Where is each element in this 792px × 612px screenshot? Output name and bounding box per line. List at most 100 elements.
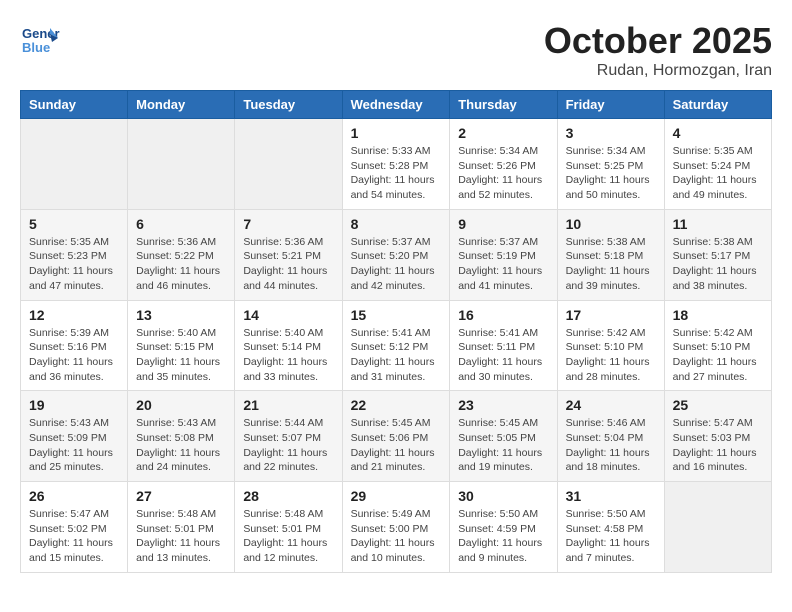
day-number: 2 bbox=[458, 125, 548, 141]
calendar-cell: 26 Sunrise: 5:47 AMSunset: 5:02 PMDayligh… bbox=[21, 482, 128, 573]
calendar-cell: 1 Sunrise: 5:33 AMSunset: 5:28 PMDaylight… bbox=[342, 119, 450, 210]
calendar-cell: 12 Sunrise: 5:39 AMSunset: 5:16 PMDayligh… bbox=[21, 300, 128, 391]
calendar-cell: 29 Sunrise: 5:49 AMSunset: 5:00 PMDayligh… bbox=[342, 482, 450, 573]
weekday-header-row: SundayMondayTuesdayWednesdayThursdayFrid… bbox=[21, 91, 772, 119]
calendar-week-row: 5 Sunrise: 5:35 AMSunset: 5:23 PMDaylight… bbox=[21, 209, 772, 300]
calendar-cell: 4 Sunrise: 5:35 AMSunset: 5:24 PMDaylight… bbox=[664, 119, 771, 210]
day-info: Sunrise: 5:38 AMSunset: 5:17 PMDaylight:… bbox=[673, 235, 763, 294]
calendar-cell: 10 Sunrise: 5:38 AMSunset: 5:18 PMDayligh… bbox=[557, 209, 664, 300]
day-number: 4 bbox=[673, 125, 763, 141]
day-info: Sunrise: 5:48 AMSunset: 5:01 PMDaylight:… bbox=[243, 507, 333, 566]
day-number: 25 bbox=[673, 397, 763, 413]
day-info: Sunrise: 5:35 AMSunset: 5:24 PMDaylight:… bbox=[673, 144, 763, 203]
day-number: 20 bbox=[136, 397, 226, 413]
day-info: Sunrise: 5:49 AMSunset: 5:00 PMDaylight:… bbox=[351, 507, 442, 566]
day-number: 19 bbox=[29, 397, 119, 413]
weekday-header-sunday: Sunday bbox=[21, 91, 128, 119]
day-info: Sunrise: 5:47 AMSunset: 5:02 PMDaylight:… bbox=[29, 507, 119, 566]
day-info: Sunrise: 5:46 AMSunset: 5:04 PMDaylight:… bbox=[566, 416, 656, 475]
calendar-cell bbox=[235, 119, 342, 210]
day-number: 1 bbox=[351, 125, 442, 141]
day-number: 6 bbox=[136, 216, 226, 232]
calendar-cell: 8Sunrise: 5:37 AMSunset: 5:20 PMDaylight… bbox=[342, 209, 450, 300]
calendar-cell: 27 Sunrise: 5:48 AMSunset: 5:01 PMDayligh… bbox=[128, 482, 235, 573]
day-info: Sunrise: 5:45 AMSunset: 5:06 PMDaylight:… bbox=[351, 416, 442, 475]
weekday-header-tuesday: Tuesday bbox=[235, 91, 342, 119]
calendar-cell: 18 Sunrise: 5:42 AMSunset: 5:10 PMDayligh… bbox=[664, 300, 771, 391]
day-info: Sunrise: 5:43 AMSunset: 5:09 PMDaylight:… bbox=[29, 416, 119, 475]
month-title: October 2025 bbox=[544, 20, 772, 62]
calendar-cell: 24Sunrise: 5:46 AMSunset: 5:04 PMDayligh… bbox=[557, 391, 664, 482]
calendar-cell: 31Sunrise: 5:50 AMSunset: 4:58 PMDayligh… bbox=[557, 482, 664, 573]
calendar-cell: 17Sunrise: 5:42 AMSunset: 5:10 PMDayligh… bbox=[557, 300, 664, 391]
calendar-cell: 2Sunrise: 5:34 AMSunset: 5:26 PMDaylight… bbox=[450, 119, 557, 210]
day-number: 23 bbox=[458, 397, 548, 413]
calendar-cell: 5 Sunrise: 5:35 AMSunset: 5:23 PMDaylight… bbox=[21, 209, 128, 300]
day-info: Sunrise: 5:38 AMSunset: 5:18 PMDaylight:… bbox=[566, 235, 656, 294]
calendar-cell bbox=[21, 119, 128, 210]
calendar-cell bbox=[664, 482, 771, 573]
day-info: Sunrise: 5:50 AMSunset: 4:58 PMDaylight:… bbox=[566, 507, 656, 566]
calendar-cell: 15 Sunrise: 5:41 AMSunset: 5:12 PMDayligh… bbox=[342, 300, 450, 391]
day-info: Sunrise: 5:41 AMSunset: 5:11 PMDaylight:… bbox=[458, 326, 548, 385]
location: Rudan, Hormozgan, Iran bbox=[544, 62, 772, 80]
day-number: 27 bbox=[136, 488, 226, 504]
day-info: Sunrise: 5:45 AMSunset: 5:05 PMDaylight:… bbox=[458, 416, 548, 475]
day-number: 14 bbox=[243, 307, 333, 323]
calendar-table: SundayMondayTuesdayWednesdayThursdayFrid… bbox=[20, 90, 772, 573]
calendar-cell: 9 Sunrise: 5:37 AMSunset: 5:19 PMDaylight… bbox=[450, 209, 557, 300]
day-number: 17 bbox=[566, 307, 656, 323]
day-number: 18 bbox=[673, 307, 763, 323]
logo: General Blue bbox=[20, 20, 60, 65]
calendar-cell: 20 Sunrise: 5:43 AMSunset: 5:08 PMDayligh… bbox=[128, 391, 235, 482]
svg-text:Blue: Blue bbox=[22, 40, 50, 55]
calendar-cell: 23 Sunrise: 5:45 AMSunset: 5:05 PMDayligh… bbox=[450, 391, 557, 482]
day-info: Sunrise: 5:42 AMSunset: 5:10 PMDaylight:… bbox=[673, 326, 763, 385]
day-number: 28 bbox=[243, 488, 333, 504]
day-number: 16 bbox=[458, 307, 548, 323]
calendar-cell: 16 Sunrise: 5:41 AMSunset: 5:11 PMDayligh… bbox=[450, 300, 557, 391]
weekday-header-friday: Friday bbox=[557, 91, 664, 119]
day-number: 9 bbox=[458, 216, 548, 232]
day-number: 13 bbox=[136, 307, 226, 323]
calendar-cell: 30Sunrise: 5:50 AMSunset: 4:59 PMDayligh… bbox=[450, 482, 557, 573]
day-number: 8 bbox=[351, 216, 442, 232]
title-block: October 2025 Rudan, Hormozgan, Iran bbox=[544, 20, 772, 80]
calendar-week-row: 19 Sunrise: 5:43 AMSunset: 5:09 PMDayligh… bbox=[21, 391, 772, 482]
calendar-cell: 21Sunrise: 5:44 AMSunset: 5:07 PMDayligh… bbox=[235, 391, 342, 482]
day-info: Sunrise: 5:43 AMSunset: 5:08 PMDaylight:… bbox=[136, 416, 226, 475]
calendar-cell: 6 Sunrise: 5:36 AMSunset: 5:22 PMDaylight… bbox=[128, 209, 235, 300]
day-number: 26 bbox=[29, 488, 119, 504]
day-info: Sunrise: 5:40 AMSunset: 5:15 PMDaylight:… bbox=[136, 326, 226, 385]
calendar-cell bbox=[128, 119, 235, 210]
calendar-week-row: 1 Sunrise: 5:33 AMSunset: 5:28 PMDaylight… bbox=[21, 119, 772, 210]
weekday-header-monday: Monday bbox=[128, 91, 235, 119]
day-number: 15 bbox=[351, 307, 442, 323]
day-info: Sunrise: 5:48 AMSunset: 5:01 PMDaylight:… bbox=[136, 507, 226, 566]
day-number: 3 bbox=[566, 125, 656, 141]
day-number: 5 bbox=[29, 216, 119, 232]
day-info: Sunrise: 5:35 AMSunset: 5:23 PMDaylight:… bbox=[29, 235, 119, 294]
weekday-header-wednesday: Wednesday bbox=[342, 91, 450, 119]
day-number: 10 bbox=[566, 216, 656, 232]
day-info: Sunrise: 5:50 AMSunset: 4:59 PMDaylight:… bbox=[458, 507, 548, 566]
calendar-cell: 19 Sunrise: 5:43 AMSunset: 5:09 PMDayligh… bbox=[21, 391, 128, 482]
day-number: 12 bbox=[29, 307, 119, 323]
day-info: Sunrise: 5:40 AMSunset: 5:14 PMDaylight:… bbox=[243, 326, 333, 385]
day-info: Sunrise: 5:37 AMSunset: 5:19 PMDaylight:… bbox=[458, 235, 548, 294]
day-info: Sunrise: 5:34 AMSunset: 5:25 PMDaylight:… bbox=[566, 144, 656, 203]
day-number: 21 bbox=[243, 397, 333, 413]
day-info: Sunrise: 5:36 AMSunset: 5:22 PMDaylight:… bbox=[136, 235, 226, 294]
calendar-cell: 13 Sunrise: 5:40 AMSunset: 5:15 PMDayligh… bbox=[128, 300, 235, 391]
day-info: Sunrise: 5:39 AMSunset: 5:16 PMDaylight:… bbox=[29, 326, 119, 385]
page-header: General Blue October 2025 Rudan, Hormozg… bbox=[20, 20, 772, 80]
calendar-cell: 3 Sunrise: 5:34 AMSunset: 5:25 PMDaylight… bbox=[557, 119, 664, 210]
day-number: 29 bbox=[351, 488, 442, 504]
calendar-cell: 7Sunrise: 5:36 AMSunset: 5:21 PMDaylight… bbox=[235, 209, 342, 300]
calendar-week-row: 12 Sunrise: 5:39 AMSunset: 5:16 PMDayligh… bbox=[21, 300, 772, 391]
calendar-cell: 22Sunrise: 5:45 AMSunset: 5:06 PMDayligh… bbox=[342, 391, 450, 482]
day-number: 11 bbox=[673, 216, 763, 232]
day-info: Sunrise: 5:33 AMSunset: 5:28 PMDaylight:… bbox=[351, 144, 442, 203]
day-info: Sunrise: 5:41 AMSunset: 5:12 PMDaylight:… bbox=[351, 326, 442, 385]
weekday-header-saturday: Saturday bbox=[664, 91, 771, 119]
